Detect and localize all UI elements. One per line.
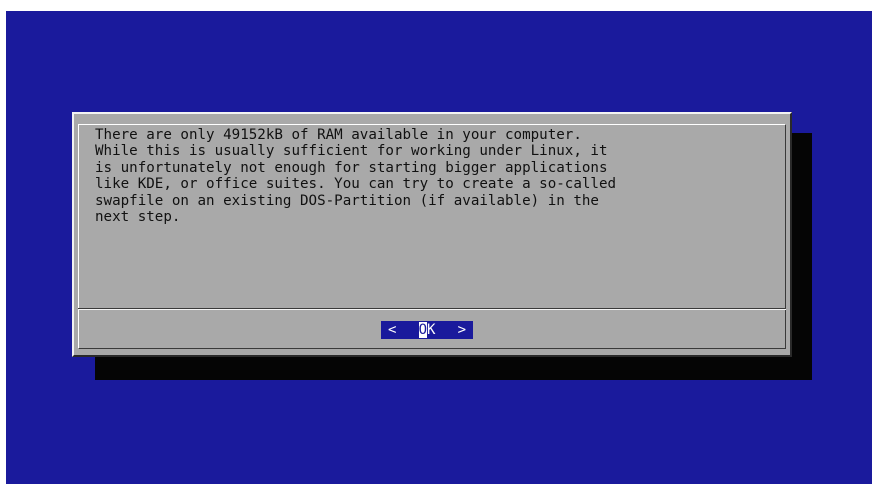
message-dialog: There are only 49152kB of RAM available …: [72, 112, 792, 357]
dialog-separator: [78, 308, 786, 310]
message-line: is unfortunately not enough for starting…: [95, 159, 608, 176]
ok-label-rest: K: [427, 322, 436, 338]
ok-button[interactable]: < OK >: [381, 321, 473, 339]
message-line: While this is usually sufficient for wor…: [95, 143, 608, 160]
ok-button-label: OK: [418, 322, 436, 338]
dialog-message: There are only 49152kB of RAM available …: [95, 127, 775, 225]
ok-hotkey-letter: O: [418, 322, 427, 338]
message-line: like KDE, or office suites. You can try …: [95, 176, 617, 193]
button-right-bracket: >: [457, 322, 466, 338]
message-line: next step.: [95, 209, 181, 226]
button-left-bracket: <: [388, 322, 397, 338]
message-line: swapfile on an existing DOS-Partition (i…: [95, 192, 599, 209]
message-line: There are only 49152kB of RAM available …: [95, 127, 582, 143]
